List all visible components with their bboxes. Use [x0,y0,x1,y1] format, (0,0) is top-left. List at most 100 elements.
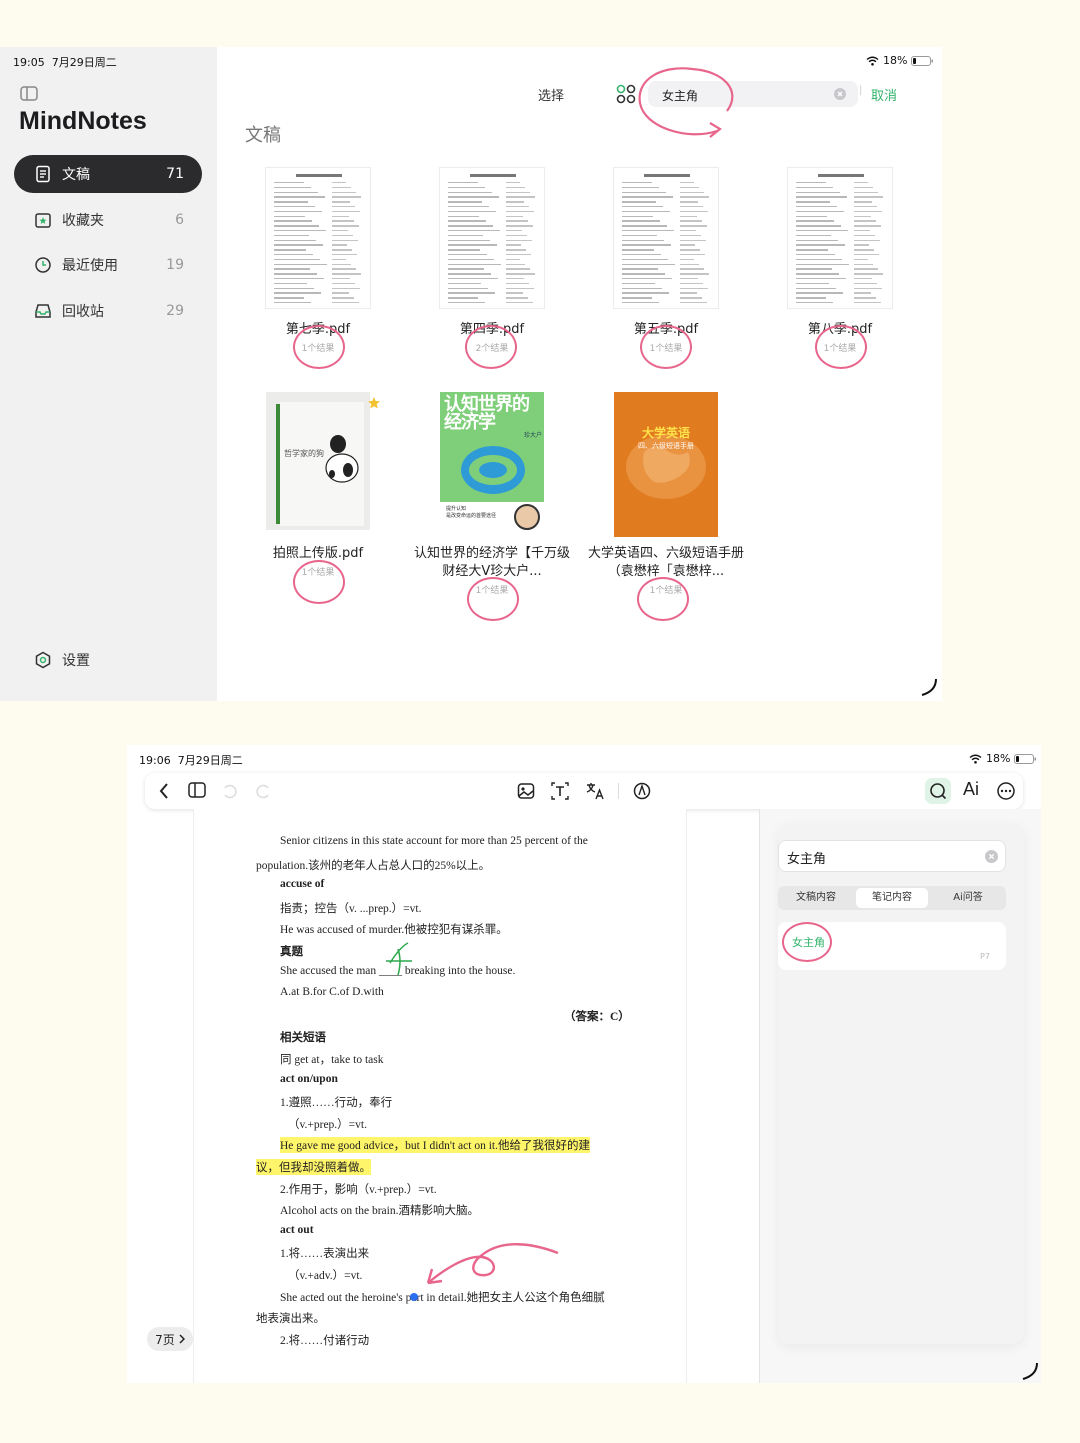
redo-icon[interactable] [254,782,272,800]
sidebar: 19:05 7月29日周二 MindNotes 文稿 71 收藏夹 6 最近使用… [0,47,217,701]
annotation-circle [815,325,867,369]
back-chevron-icon[interactable] [159,783,169,799]
document-line: He was accused of murder.他被控犯有谋杀罪。 [280,924,508,937]
clear-search-icon[interactable] [834,88,846,100]
status-indicators: 18% [866,54,934,67]
more-options-icon[interactable] [996,781,1016,801]
sidebar-item-label: 文稿 [62,167,90,183]
document-name: 认知世界的经济学【千万级财经大V珍大户... [413,546,570,579]
document-line: 1.遵照……行动，奉行 [280,1097,393,1110]
page-number: 7页 [155,1332,175,1347]
document-reader-screen: 19:06 7月29日周二 18% Ai Senior citizens in … [127,745,1041,1383]
toolbar-divider [618,783,619,799]
sidebar-item-recent[interactable]: 最近使用 19 [14,246,202,284]
resize-corner-icon [921,678,937,696]
sidebar-item-documents[interactable]: 文稿 71 [14,155,202,193]
document-line: 1.将……表演出来 [280,1248,370,1261]
select-button[interactable]: 选择 [538,85,564,104]
image-icon[interactable] [517,782,535,800]
document-line: 地表演出来。 [256,1313,325,1326]
battery-icon [911,55,934,66]
resize-corner-icon [1022,1362,1038,1380]
sidebar-item-label: 设置 [62,653,90,669]
status-clock: 19:05 [13,56,45,69]
search-hit-marker [410,1293,418,1301]
dog-illustration-icon [325,435,359,483]
wifi-icon [866,56,879,66]
reader-toolbar: Ai [145,773,1023,809]
annotation-circle [293,560,345,604]
document-card[interactable]: 大学英语 四、六级短语手册 大学英语四、六级短语手册（袁懋梓「袁懋梓... 1个… [586,392,746,621]
document-line: act out [280,1223,314,1236]
document-page[interactable]: Senior citizens in this state account fo… [193,809,687,1383]
battery-icon [1014,753,1037,764]
search-result-page: P7 [980,952,990,961]
trash-tray-icon [35,304,51,318]
tab-note-content[interactable]: 笔记内容 [856,888,928,908]
battery-percent: 18% [986,752,1011,765]
document-line: population.该州的老年人占总人口的25%以上。 [256,859,491,872]
document-card[interactable]: 哲学家的狗 拍照上传版.pdf 1个结果 [238,392,398,604]
document-card[interactable]: 第八季.pdf 1个结果 [760,167,920,369]
document-line: A.at B.for C.of D.with [280,986,384,999]
sidebar-toggle-icon[interactable] [20,86,38,101]
document-card[interactable]: 第四季.pdf 2个结果 [412,167,572,369]
book-cover-subtitle: 提升认知 是改变命运的首要途径 [446,506,497,519]
document-card[interactable]: 第七季.pdf 1个结果 [238,167,398,369]
book-cover-subtitle: 四、六级短语手册 [638,442,694,450]
wifi-icon [969,754,982,764]
document-card[interactable]: 第五季.pdf 1个结果 [586,167,746,369]
favorite-star-icon[interactable] [367,396,381,410]
document-name: 大学英语四、六级短语手册（袁懋梓「袁懋梓... [587,546,744,579]
panel-search-value: 女主角 [787,852,827,867]
document-line: act on/upon [280,1072,338,1085]
status-time: 19:06 7月29日周二 [139,752,243,768]
clear-search-icon[interactable] [985,850,998,863]
sidebar-toggle-icon[interactable] [188,782,206,798]
search-button[interactable] [925,778,951,804]
document-line: （v.+adv.）=vt. [288,1270,363,1282]
status-time: 19:05 7月29日周二 [13,54,117,70]
document-line: Alcohol acts on the brain.酒精影响大脑。 [280,1205,479,1218]
document-thumbnail: 哲学家的狗 [266,392,370,530]
handwritten-arrow-annotation [426,1243,559,1285]
search-result-item[interactable]: 女主角 P7 [778,922,1006,970]
cancel-button[interactable]: 取消 [871,85,897,104]
clock-icon [35,257,51,273]
tab-document-content[interactable]: 文稿内容 [780,888,852,908]
document-line: （答案：C） [564,1010,630,1023]
search-panel: 女主角 文稿内容 笔记内容 Ai问答 女主角 P7 [759,809,1041,1383]
status-date: 7月29日周二 [51,56,117,69]
sidebar-item-label: 收藏夹 [62,213,104,229]
text-box-icon[interactable] [551,782,569,800]
tab-ai-qa[interactable]: Ai问答 [932,888,1004,908]
undo-icon[interactable] [221,782,239,800]
sidebar-item-trash[interactable]: 回收站 29 [14,292,202,330]
annotation-circle [637,577,689,621]
document-line: 议，但我却没照着做。 [256,1159,371,1175]
document-line: accuse of [280,878,325,891]
document-thumbnail: 认知世界的经济学 珍大户 提升认知 是改变命运的首要途径 [440,392,544,537]
section-title: 文稿 [245,125,281,146]
document-line: 2.将……付诸行动 [280,1334,370,1347]
ai-button[interactable]: Ai [963,779,979,800]
search-panel-card: 女主角 文稿内容 笔记内容 Ai问答 女主角 P7 [778,824,1024,1344]
page-indicator[interactable]: 7页 [147,1327,193,1351]
search-annotation-ink [638,67,734,138]
chevron-right-icon [179,1334,185,1344]
globe-illustration-icon [461,446,525,494]
document-line: 指责；控告（v. ...prep.）=vt. [280,902,422,915]
document-card[interactable]: 认知世界的经济学 珍大户 提升认知 是改变命运的首要途径 认知世界的经济学【千万… [412,392,572,621]
gear-icon [35,651,51,669]
author-avatar [514,504,540,530]
document-line: 相关短语 [280,1032,326,1045]
panel-search-input[interactable]: 女主角 [778,840,1006,872]
battery-percent: 18% [883,54,908,67]
translate-icon[interactable] [585,781,605,801]
pen-circle-icon[interactable] [633,782,651,800]
document-thumbnail [439,167,545,309]
sidebar-item-count: 71 [166,166,184,182]
sidebar-item-settings[interactable]: 设置 [14,641,202,679]
panel-tab-bar: 文稿内容 笔记内容 Ai问答 [778,886,1006,910]
sidebar-item-favorites[interactable]: 收藏夹 6 [14,201,202,239]
